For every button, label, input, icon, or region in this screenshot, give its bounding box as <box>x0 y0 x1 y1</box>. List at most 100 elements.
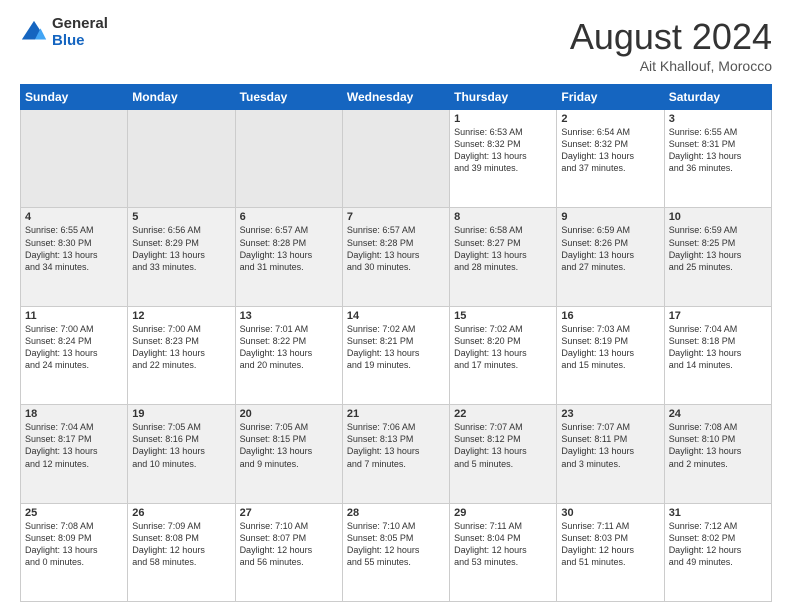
day-content: Sunrise: 7:01 AM Sunset: 8:22 PM Dayligh… <box>240 323 338 372</box>
calendar-cell: 8Sunrise: 6:58 AM Sunset: 8:27 PM Daylig… <box>450 208 557 306</box>
day-content: Sunrise: 6:57 AM Sunset: 8:28 PM Dayligh… <box>240 224 338 273</box>
day-content: Sunrise: 7:08 AM Sunset: 8:09 PM Dayligh… <box>25 520 123 569</box>
calendar-cell: 21Sunrise: 7:06 AM Sunset: 8:13 PM Dayli… <box>342 405 449 503</box>
day-content: Sunrise: 6:55 AM Sunset: 8:30 PM Dayligh… <box>25 224 123 273</box>
day-number: 6 <box>240 211 338 223</box>
calendar-header: Sunday Monday Tuesday Wednesday Thursday… <box>21 85 772 110</box>
day-number: 28 <box>347 507 445 519</box>
calendar-week-2: 4Sunrise: 6:55 AM Sunset: 8:30 PM Daylig… <box>21 208 772 306</box>
day-content: Sunrise: 6:54 AM Sunset: 8:32 PM Dayligh… <box>561 126 659 175</box>
calendar-table: Sunday Monday Tuesday Wednesday Thursday… <box>20 84 772 602</box>
col-saturday: Saturday <box>664 85 771 110</box>
calendar-week-1: 1Sunrise: 6:53 AM Sunset: 8:32 PM Daylig… <box>21 110 772 208</box>
calendar-cell: 1Sunrise: 6:53 AM Sunset: 8:32 PM Daylig… <box>450 110 557 208</box>
day-number: 15 <box>454 310 552 322</box>
day-number: 27 <box>240 507 338 519</box>
calendar-cell: 11Sunrise: 7:00 AM Sunset: 8:24 PM Dayli… <box>21 306 128 404</box>
calendar-cell: 22Sunrise: 7:07 AM Sunset: 8:12 PM Dayli… <box>450 405 557 503</box>
day-content: Sunrise: 7:00 AM Sunset: 8:23 PM Dayligh… <box>132 323 230 372</box>
logo-general: General <box>52 16 108 33</box>
location-subtitle: Ait Khallouf, Morocco <box>570 58 772 74</box>
title-block: August 2024 Ait Khallouf, Morocco <box>570 16 772 74</box>
logo-text: General Blue <box>52 16 108 49</box>
header-row: Sunday Monday Tuesday Wednesday Thursday… <box>21 85 772 110</box>
day-content: Sunrise: 7:07 AM Sunset: 8:12 PM Dayligh… <box>454 421 552 470</box>
calendar-body: 1Sunrise: 6:53 AM Sunset: 8:32 PM Daylig… <box>21 110 772 602</box>
calendar-cell: 5Sunrise: 6:56 AM Sunset: 8:29 PM Daylig… <box>128 208 235 306</box>
day-number: 29 <box>454 507 552 519</box>
calendar-cell: 26Sunrise: 7:09 AM Sunset: 8:08 PM Dayli… <box>128 503 235 601</box>
day-content: Sunrise: 7:07 AM Sunset: 8:11 PM Dayligh… <box>561 421 659 470</box>
day-content: Sunrise: 7:02 AM Sunset: 8:21 PM Dayligh… <box>347 323 445 372</box>
calendar-cell: 30Sunrise: 7:11 AM Sunset: 8:03 PM Dayli… <box>557 503 664 601</box>
calendar-week-5: 25Sunrise: 7:08 AM Sunset: 8:09 PM Dayli… <box>21 503 772 601</box>
calendar-cell: 13Sunrise: 7:01 AM Sunset: 8:22 PM Dayli… <box>235 306 342 404</box>
day-number: 20 <box>240 408 338 420</box>
day-number: 17 <box>669 310 767 322</box>
calendar-week-3: 11Sunrise: 7:00 AM Sunset: 8:24 PM Dayli… <box>21 306 772 404</box>
day-content: Sunrise: 7:04 AM Sunset: 8:18 PM Dayligh… <box>669 323 767 372</box>
day-number: 1 <box>454 113 552 125</box>
calendar-cell: 25Sunrise: 7:08 AM Sunset: 8:09 PM Dayli… <box>21 503 128 601</box>
day-number: 2 <box>561 113 659 125</box>
col-wednesday: Wednesday <box>342 85 449 110</box>
day-content: Sunrise: 7:05 AM Sunset: 8:15 PM Dayligh… <box>240 421 338 470</box>
header: General Blue August 2024 Ait Khallouf, M… <box>20 16 772 74</box>
calendar-cell: 17Sunrise: 7:04 AM Sunset: 8:18 PM Dayli… <box>664 306 771 404</box>
day-number: 14 <box>347 310 445 322</box>
day-number: 12 <box>132 310 230 322</box>
day-content: Sunrise: 7:00 AM Sunset: 8:24 PM Dayligh… <box>25 323 123 372</box>
day-number: 23 <box>561 408 659 420</box>
day-number: 19 <box>132 408 230 420</box>
day-content: Sunrise: 7:11 AM Sunset: 8:04 PM Dayligh… <box>454 520 552 569</box>
calendar-cell: 31Sunrise: 7:12 AM Sunset: 8:02 PM Dayli… <box>664 503 771 601</box>
calendar-cell: 20Sunrise: 7:05 AM Sunset: 8:15 PM Dayli… <box>235 405 342 503</box>
day-number: 5 <box>132 211 230 223</box>
day-content: Sunrise: 6:55 AM Sunset: 8:31 PM Dayligh… <box>669 126 767 175</box>
day-number: 30 <box>561 507 659 519</box>
day-content: Sunrise: 7:09 AM Sunset: 8:08 PM Dayligh… <box>132 520 230 569</box>
day-number: 24 <box>669 408 767 420</box>
day-number: 16 <box>561 310 659 322</box>
day-number: 26 <box>132 507 230 519</box>
day-number: 7 <box>347 211 445 223</box>
day-number: 11 <box>25 310 123 322</box>
day-number: 8 <box>454 211 552 223</box>
day-number: 18 <box>25 408 123 420</box>
day-number: 25 <box>25 507 123 519</box>
day-content: Sunrise: 7:11 AM Sunset: 8:03 PM Dayligh… <box>561 520 659 569</box>
calendar-cell: 9Sunrise: 6:59 AM Sunset: 8:26 PM Daylig… <box>557 208 664 306</box>
calendar-cell: 14Sunrise: 7:02 AM Sunset: 8:21 PM Dayli… <box>342 306 449 404</box>
day-number: 4 <box>25 211 123 223</box>
calendar-cell: 10Sunrise: 6:59 AM Sunset: 8:25 PM Dayli… <box>664 208 771 306</box>
day-content: Sunrise: 6:59 AM Sunset: 8:25 PM Dayligh… <box>669 224 767 273</box>
day-content: Sunrise: 6:59 AM Sunset: 8:26 PM Dayligh… <box>561 224 659 273</box>
calendar-cell: 3Sunrise: 6:55 AM Sunset: 8:31 PM Daylig… <box>664 110 771 208</box>
calendar-cell <box>21 110 128 208</box>
day-content: Sunrise: 6:57 AM Sunset: 8:28 PM Dayligh… <box>347 224 445 273</box>
calendar-cell: 24Sunrise: 7:08 AM Sunset: 8:10 PM Dayli… <box>664 405 771 503</box>
calendar-cell <box>342 110 449 208</box>
calendar-cell: 6Sunrise: 6:57 AM Sunset: 8:28 PM Daylig… <box>235 208 342 306</box>
month-year-title: August 2024 <box>570 16 772 58</box>
day-number: 22 <box>454 408 552 420</box>
calendar-cell: 27Sunrise: 7:10 AM Sunset: 8:07 PM Dayli… <box>235 503 342 601</box>
day-content: Sunrise: 6:53 AM Sunset: 8:32 PM Dayligh… <box>454 126 552 175</box>
day-content: Sunrise: 7:04 AM Sunset: 8:17 PM Dayligh… <box>25 421 123 470</box>
calendar-cell: 2Sunrise: 6:54 AM Sunset: 8:32 PM Daylig… <box>557 110 664 208</box>
calendar-cell: 19Sunrise: 7:05 AM Sunset: 8:16 PM Dayli… <box>128 405 235 503</box>
day-number: 31 <box>669 507 767 519</box>
calendar-cell: 28Sunrise: 7:10 AM Sunset: 8:05 PM Dayli… <box>342 503 449 601</box>
day-number: 21 <box>347 408 445 420</box>
day-content: Sunrise: 7:10 AM Sunset: 8:05 PM Dayligh… <box>347 520 445 569</box>
calendar-cell: 16Sunrise: 7:03 AM Sunset: 8:19 PM Dayli… <box>557 306 664 404</box>
day-content: Sunrise: 7:08 AM Sunset: 8:10 PM Dayligh… <box>669 421 767 470</box>
day-number: 10 <box>669 211 767 223</box>
day-content: Sunrise: 7:10 AM Sunset: 8:07 PM Dayligh… <box>240 520 338 569</box>
day-number: 3 <box>669 113 767 125</box>
col-friday: Friday <box>557 85 664 110</box>
day-content: Sunrise: 6:58 AM Sunset: 8:27 PM Dayligh… <box>454 224 552 273</box>
col-tuesday: Tuesday <box>235 85 342 110</box>
logo-blue: Blue <box>52 33 108 50</box>
calendar-week-4: 18Sunrise: 7:04 AM Sunset: 8:17 PM Dayli… <box>21 405 772 503</box>
